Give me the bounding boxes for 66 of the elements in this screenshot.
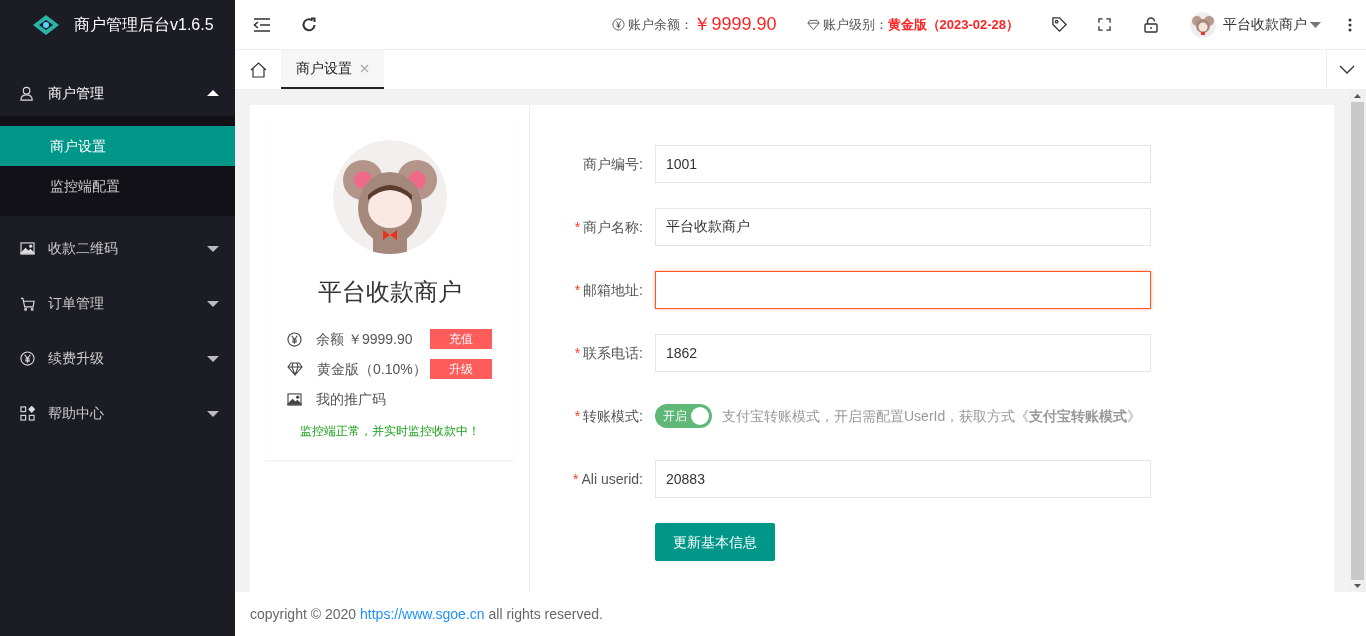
- stat-text: 黄金版（0.10%）: [317, 359, 427, 379]
- required-mark: *: [574, 343, 581, 363]
- field-label: 转账模式:: [583, 406, 643, 426]
- cart-icon: [20, 296, 35, 311]
- yen-icon: [287, 331, 302, 347]
- user-icon: [20, 85, 35, 101]
- caret-icon: [207, 90, 219, 96]
- image-icon: [20, 242, 35, 255]
- refresh-icon[interactable]: [301, 16, 317, 33]
- image-icon: [287, 392, 302, 406]
- menu-item[interactable]: 帮助中心: [0, 386, 235, 441]
- field-label: 商户编号:: [583, 154, 643, 174]
- yen-icon: [20, 351, 35, 366]
- level-label: 账户级别：: [822, 15, 888, 34]
- diamond-icon: [287, 362, 303, 376]
- tag-icon[interactable]: [1051, 16, 1068, 33]
- caret-icon: [207, 355, 219, 362]
- level-value: 黄金版（2023-02-28）: [887, 15, 1019, 34]
- more-icon[interactable]: [1348, 17, 1352, 32]
- home-icon[interactable]: [249, 61, 267, 78]
- stat-text: 我的推广码: [316, 389, 386, 409]
- balance-value: ￥9999.90: [693, 13, 777, 36]
- diamond-icon: [806, 18, 820, 31]
- scroll-up-icon[interactable]: [1354, 94, 1361, 98]
- hint-text: 支付宝转账模式，开启需配置UserId，获取方式《支付宝转账模式》: [722, 406, 1142, 426]
- chevron-down-icon[interactable]: [1338, 65, 1355, 74]
- status-message: 监控端正常，并实时监控收款中！: [299, 423, 480, 440]
- caret-icon: [207, 300, 219, 307]
- caret-icon: [207, 245, 219, 252]
- copyright-text: all rights reserved.: [488, 604, 603, 624]
- menu-item[interactable]: 订单管理: [0, 276, 235, 331]
- field-label: 联系电话:: [583, 343, 643, 363]
- field-label: 邮箱地址:: [583, 280, 643, 300]
- required-mark: *: [573, 469, 579, 489]
- tab[interactable]: 商户设置: [281, 50, 384, 89]
- balance-label: 账户余额：: [628, 15, 694, 34]
- copyright-text: copyright © 2020: [250, 604, 357, 624]
- menu-fold-icon[interactable]: [253, 17, 271, 32]
- input-field[interactable]: 1001: [655, 145, 1151, 183]
- caret-icon: [207, 410, 219, 417]
- required-mark: *: [574, 217, 581, 237]
- stat-text: 余额 ￥9999.90: [316, 329, 413, 349]
- menu-item[interactable]: 收款二维码: [0, 221, 235, 276]
- submenu-item[interactable]: 监控端配置: [0, 166, 235, 206]
- app-title: 商户管理后台v1.6.5: [74, 15, 214, 35]
- yen-icon: [612, 18, 626, 31]
- field-label: Ali userid:: [581, 469, 643, 489]
- submenu-item[interactable]: 商户设置: [0, 126, 235, 166]
- logo-icon: [32, 14, 60, 36]
- lock-icon[interactable]: [1144, 16, 1158, 33]
- input-field[interactable]: 1862: [655, 334, 1151, 372]
- apps-icon: [20, 406, 35, 421]
- submit-button[interactable]: 更新基本信息: [655, 523, 775, 561]
- caret-icon[interactable]: [1310, 21, 1321, 28]
- input-field[interactable]: 平台收款商户: [655, 208, 1151, 246]
- fullscreen-icon[interactable]: [1098, 18, 1111, 31]
- user-name[interactable]: 平台收款商户: [1223, 14, 1307, 35]
- field-label: 商户名称:: [583, 217, 643, 237]
- input-field[interactable]: [655, 271, 1151, 309]
- required-mark: *: [574, 280, 581, 300]
- input-field[interactable]: 20883: [655, 460, 1151, 498]
- menu-item[interactable]: 续费升级: [0, 331, 235, 386]
- merchant-name: 平台收款商户: [317, 277, 462, 307]
- menu-item[interactable]: 商户管理: [0, 70, 235, 116]
- scroll-down-icon[interactable]: [1354, 584, 1361, 588]
- required-mark: *: [574, 406, 581, 426]
